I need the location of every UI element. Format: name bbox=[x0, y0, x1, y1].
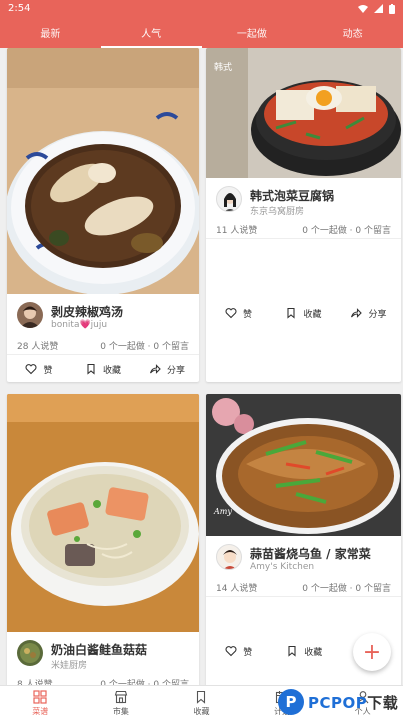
divider bbox=[206, 238, 401, 239]
wifi-icon bbox=[358, 5, 368, 13]
recipe-photo[interactable]: Amy bbox=[206, 394, 401, 536]
avatar[interactable] bbox=[216, 186, 242, 212]
recipe-author[interactable]: Amy's Kitchen bbox=[250, 562, 314, 572]
recipe-stats-row: 14 人说赞 0 个一起做 · 0 个留言 bbox=[216, 581, 391, 594]
tab-label: 一起做 bbox=[236, 29, 267, 40]
like-label: 赞 bbox=[43, 365, 53, 376]
activity-count: 0 个一起做 · 0 个留言 bbox=[302, 584, 391, 594]
heart-icon bbox=[25, 364, 38, 375]
share-icon bbox=[149, 364, 161, 374]
watermark-suffix: 下载 bbox=[367, 693, 399, 712]
plus-icon: + bbox=[362, 639, 382, 665]
collect-button[interactable]: 收藏 bbox=[272, 636, 338, 666]
recipe-author[interactable]: 东京乌窝厨房 bbox=[250, 204, 304, 217]
watermark: P PCPOP下载 bbox=[278, 684, 403, 720]
watermark-logo: P bbox=[278, 689, 304, 715]
watermark-brand: PCPOP bbox=[308, 693, 368, 712]
tab-label: 人气 bbox=[141, 29, 162, 40]
activity-count: 0 个一起做 · 0 个留言 bbox=[100, 680, 189, 685]
svg-text:韩式: 韩式 bbox=[214, 61, 232, 73]
nav-recipes[interactable]: 菜谱 bbox=[0, 686, 81, 720]
card-actions: 赞 收藏 分享 bbox=[7, 354, 199, 382]
recipe-card[interactable]: 奶油白酱鲑鱼菇菇 米娃厨房 8 人说赞 0 个一起做 · 0 个留言 bbox=[7, 394, 199, 685]
avatar[interactable] bbox=[17, 302, 43, 328]
svg-text:Amy: Amy bbox=[213, 507, 232, 516]
watermark-text: PCPOP下载 bbox=[308, 692, 398, 713]
activity-count: 0 个一起做 · 0 个留言 bbox=[100, 342, 189, 352]
share-label: 分享 bbox=[166, 365, 185, 376]
tab-activity[interactable]: 动态 bbox=[302, 17, 403, 48]
like-button[interactable]: 赞 bbox=[206, 636, 272, 666]
status-bar: 2:54 bbox=[0, 0, 403, 17]
store-icon bbox=[114, 690, 128, 703]
activity-count: 0 个一起做 · 0 个留言 bbox=[302, 226, 391, 236]
bookmark-icon bbox=[287, 307, 296, 319]
recipe-title[interactable]: 奶油白酱鲑鱼菇菇 bbox=[51, 641, 147, 658]
battery-icon bbox=[389, 3, 395, 14]
tab-cook-together[interactable]: 一起做 bbox=[202, 17, 303, 48]
recipe-card[interactable]: 剥皮辣椒鸡汤 bonita💗juju 28 人说赞 0 个一起做 · 0 个留言… bbox=[7, 48, 199, 382]
card-actions: 赞 收藏 bbox=[206, 636, 337, 666]
recipe-photo[interactable]: 韩式 bbox=[206, 48, 401, 178]
nav-label: 市集 bbox=[112, 706, 129, 716]
like-count: 14 人说赞 bbox=[216, 584, 258, 594]
share-button[interactable]: 分享 bbox=[336, 298, 401, 328]
heart-icon bbox=[225, 646, 237, 657]
like-count: 8 人说赞 bbox=[17, 680, 53, 685]
add-recipe-button[interactable]: + bbox=[353, 633, 391, 671]
recipe-title[interactable]: 剥皮辣椒鸡汤 bbox=[51, 303, 123, 320]
tab-bar: 最新 人气 一起做 动态 bbox=[0, 17, 403, 48]
tab-popular[interactable]: 人气 bbox=[100, 17, 202, 48]
like-button[interactable]: 赞 bbox=[7, 354, 71, 382]
collect-label: 收藏 bbox=[304, 647, 323, 658]
avatar[interactable] bbox=[17, 640, 43, 666]
like-label: 赞 bbox=[242, 309, 252, 320]
like-button[interactable]: 赞 bbox=[206, 298, 271, 328]
avatar[interactable] bbox=[216, 544, 242, 570]
recipe-stats-row: 11 人说赞 0 个一起做 · 0 个留言 bbox=[216, 223, 391, 236]
collect-label: 收藏 bbox=[102, 365, 121, 376]
nav-label: 菜谱 bbox=[32, 706, 49, 716]
like-count: 11 人说赞 bbox=[216, 226, 258, 236]
collect-label: 收藏 bbox=[303, 309, 322, 320]
nav-market[interactable]: 市集 bbox=[81, 686, 162, 720]
share-label: 分享 bbox=[368, 309, 387, 320]
like-label: 赞 bbox=[243, 647, 253, 658]
heart-icon bbox=[225, 308, 237, 319]
recipe-card[interactable]: 韩式 韩式泡菜豆腐锅 东京乌窝厨房 11 人说赞 0 个一起做 · 0 个留言 … bbox=[206, 48, 401, 382]
nav-favorites[interactable]: 收藏 bbox=[161, 686, 242, 720]
like-count: 28 人说赞 bbox=[17, 342, 59, 352]
bookmark-icon bbox=[87, 363, 95, 375]
bookmark-icon bbox=[197, 690, 206, 704]
tab-latest[interactable]: 最新 bbox=[0, 17, 101, 48]
recipe-feed[interactable]: 剥皮辣椒鸡汤 bonita💗juju 28 人说赞 0 个一起做 · 0 个留言… bbox=[0, 48, 403, 685]
divider bbox=[206, 596, 401, 597]
recipe-title[interactable]: 蒜苗酱烧乌鱼 / 家常菜 bbox=[250, 545, 371, 562]
recipe-author[interactable]: bonita💗juju bbox=[51, 320, 107, 330]
collect-button[interactable]: 收藏 bbox=[71, 354, 135, 382]
recipe-stats-row: 8 人说赞 0 个一起做 · 0 个留言 bbox=[17, 677, 189, 685]
recipe-photo[interactable] bbox=[7, 394, 199, 632]
signal-icon bbox=[374, 4, 383, 13]
grid-icon bbox=[33, 689, 47, 704]
collect-button[interactable]: 收藏 bbox=[271, 298, 336, 328]
recipe-title[interactable]: 韩式泡菜豆腐锅 bbox=[250, 187, 334, 204]
status-time: 2:54 bbox=[8, 3, 31, 14]
card-actions: 赞 收藏 分享 bbox=[206, 298, 401, 328]
share-button[interactable]: 分享 bbox=[135, 354, 199, 382]
share-icon bbox=[351, 308, 363, 318]
nav-label: 收藏 bbox=[193, 706, 210, 716]
tab-label: 动态 bbox=[342, 29, 363, 40]
recipe-photo[interactable] bbox=[7, 48, 199, 294]
recipe-author[interactable]: 米娃厨房 bbox=[51, 658, 87, 671]
bookmark-icon bbox=[288, 645, 296, 657]
recipe-stats-row: 28 人说赞 0 个一起做 · 0 个留言 bbox=[17, 339, 189, 352]
tab-label: 最新 bbox=[40, 29, 61, 40]
